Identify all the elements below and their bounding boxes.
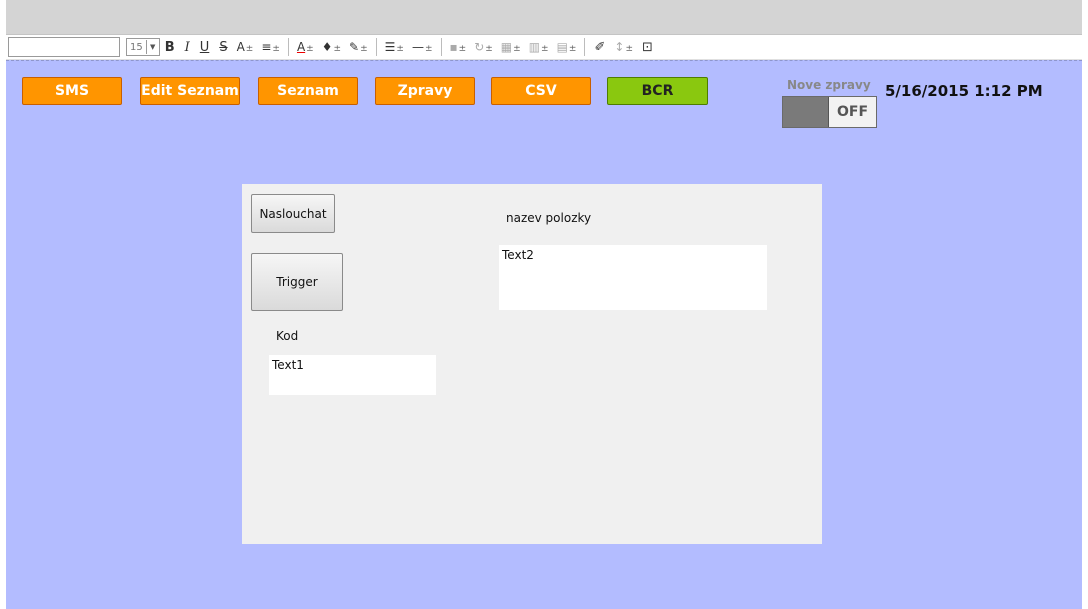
csv-button[interactable]: CSV — [491, 77, 591, 105]
toggle-label: Nove zpravy — [787, 78, 871, 92]
italic-button[interactable]: I — [180, 40, 195, 55]
distribute-button[interactable]: ▥± — [525, 40, 553, 54]
text-format-button[interactable]: ↕± — [610, 40, 637, 54]
toggle-on-segment — [783, 97, 828, 127]
shadow-icon: ▪ — [449, 40, 458, 54]
sms-button[interactable]: SMS — [22, 77, 122, 105]
toolbar-separator — [440, 38, 442, 56]
text-format-icon: ↕ — [614, 40, 625, 54]
bcr-button[interactable]: BCR — [607, 77, 708, 105]
text2-field[interactable]: Text2 — [499, 245, 767, 310]
shadow-button[interactable]: ▪± — [446, 40, 471, 54]
font-color-icon: A — [296, 40, 306, 54]
font-grow-button[interactable]: A± — [233, 40, 258, 54]
line-width-button[interactable]: —± — [408, 40, 437, 54]
font-size-select[interactable]: 15 ▼ — [126, 38, 160, 56]
toolbar-separator — [584, 38, 586, 56]
line-width-icon: — — [411, 40, 424, 54]
listen-button[interactable]: Naslouchat — [251, 194, 335, 233]
rotate-button[interactable]: ↻± — [470, 40, 497, 54]
line-style-button[interactable]: ☰± — [381, 40, 408, 54]
underline-button[interactable]: U — [195, 40, 215, 55]
font-grow-icon: A — [236, 40, 245, 54]
new-messages-toggle[interactable]: OFF — [782, 96, 877, 128]
bold-button[interactable]: B — [160, 40, 180, 55]
brush-icon: ✐ — [594, 39, 606, 55]
fill-color-icon: ♦ — [321, 40, 333, 54]
align-icon: ≡ — [261, 40, 272, 54]
font-color-button[interactable]: A± — [293, 40, 318, 54]
chevron-down-icon[interactable]: ▼ — [145, 40, 159, 54]
trigger-button[interactable]: Trigger — [251, 253, 343, 311]
code-label: Kod — [276, 329, 299, 343]
pen-icon: ✎ — [349, 40, 360, 54]
font-size-value: 15 — [130, 41, 143, 53]
font-family-select[interactable] — [8, 37, 120, 57]
pen-color-button[interactable]: ✎± — [345, 40, 372, 54]
zoom-button[interactable]: ⊡ — [637, 40, 658, 55]
spacing-button[interactable]: ▤± — [553, 40, 581, 54]
text1-field[interactable]: Text1 — [269, 355, 436, 395]
align-button[interactable]: ≡± — [257, 40, 284, 54]
strikethrough-button[interactable]: S — [214, 40, 232, 55]
zpravy-button[interactable]: Zpravy — [375, 77, 475, 105]
toolbar-separator — [287, 38, 289, 56]
content-panel: Naslouchat Trigger Kod Text1 nazev poloz… — [242, 184, 822, 544]
seznam-button[interactable]: Seznam — [258, 77, 358, 105]
fill-color-button[interactable]: ♦± — [318, 40, 345, 54]
format-painter-button[interactable]: ✐ — [589, 40, 610, 55]
toggle-off-segment: OFF — [828, 97, 876, 127]
format-toolbar: 15 ▼ B I U S A± ≡± A± ♦± ✎± ☰± —± ▪± ↻± … — [6, 35, 1082, 60]
rotate-icon: ↻ — [474, 40, 485, 54]
item-name-label: nazev polozky — [506, 211, 592, 225]
edit-seznam-button[interactable]: Edit Seznam — [140, 77, 240, 105]
toolbar-separator — [375, 38, 377, 56]
arrange-button[interactable]: ▦± — [497, 40, 525, 54]
title-bar — [6, 0, 1082, 35]
distribute-icon: ▥ — [528, 40, 541, 54]
datetime-display: 5/16/2015 1:12 PM — [885, 82, 1043, 100]
zoom-icon: ⊡ — [641, 39, 653, 55]
line-style-icon: ☰ — [384, 40, 396, 54]
spacing-icon: ▤ — [556, 40, 568, 54]
arrange-icon: ▦ — [500, 40, 513, 54]
